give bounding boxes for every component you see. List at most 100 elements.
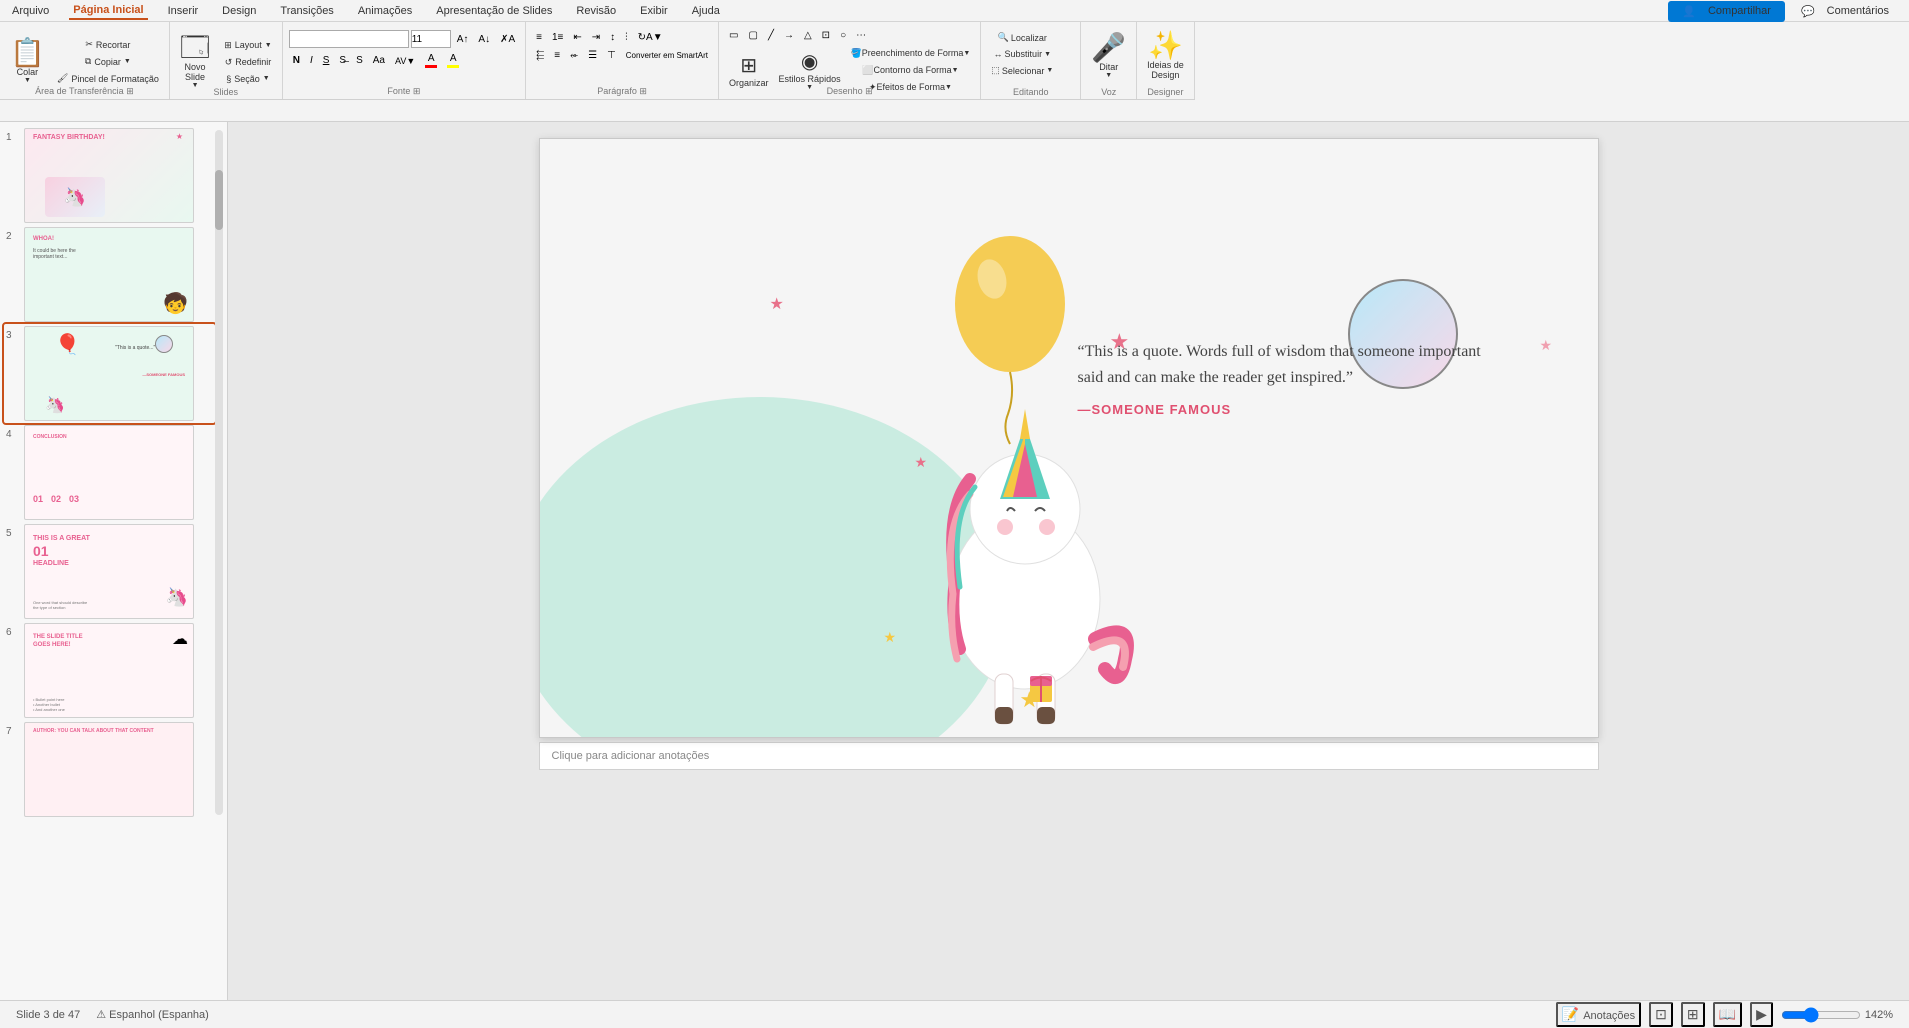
menu-arquivo[interactable]: Arquivo <box>8 3 53 19</box>
reading-view-button[interactable]: 📖 <box>1713 1002 1742 1027</box>
arrow-button[interactable]: → <box>780 28 798 43</box>
menu-animacoes[interactable]: Animações <box>354 3 416 19</box>
cylinder-button[interactable]: ⊡ <box>818 28 834 43</box>
share-button[interactable]: 👤 Compartilhar <box>1668 1 1785 22</box>
numbering-button[interactable]: 1≡ <box>548 30 567 45</box>
slide-scrollbar-thumb[interactable] <box>215 170 223 230</box>
fill-button[interactable]: 🪣 Preenchimento de Forma ▼ <box>847 46 975 61</box>
increase-font-button[interactable]: A↑ <box>453 32 473 47</box>
menu-exibir[interactable]: Exibir <box>636 3 672 19</box>
design-ideas-button[interactable]: ✨ Ideias deDesign <box>1143 26 1188 86</box>
paintbrush-icon: 🖌 <box>57 73 68 84</box>
clipboard-expand[interactable]: ⊞ <box>126 86 134 96</box>
smartart-button[interactable]: Converter em SmartArt <box>622 49 712 62</box>
italic-button[interactable]: I <box>306 53 317 68</box>
design-icon: ✨ <box>1148 32 1183 60</box>
comments-button[interactable]: 💬 Comentários <box>1789 1 1901 22</box>
dictate-button[interactable]: 🎤 Ditar ▼ <box>1087 26 1130 86</box>
replace-button[interactable]: ↔ Substituir ▼ <box>987 47 1057 61</box>
align-center-button[interactable]: ≡ <box>550 48 564 63</box>
format-painter-button[interactable]: 🖌 Pincel de Formatação <box>53 71 163 86</box>
font-size-input[interactable] <box>411 30 451 48</box>
text-direction-button[interactable]: ↻A▼ <box>634 30 667 45</box>
comments-icon: 💬 <box>1797 3 1819 20</box>
paste-button[interactable]: 📋 Colar ▼ <box>6 32 49 92</box>
line-button[interactable]: ╱ <box>764 28 778 43</box>
cut-button[interactable]: ✂ Recortar <box>53 37 163 52</box>
align-text-button[interactable]: ⊤ <box>603 48 620 63</box>
slide-thumb-5[interactable]: 5 THIS IS A GREAT 01 HEADLINE 🦄 One word… <box>4 522 215 621</box>
align-right-button[interactable]: ⬰ <box>566 48 582 63</box>
oval-button[interactable]: ○ <box>836 28 850 43</box>
menu-inserir[interactable]: Inserir <box>164 3 203 19</box>
font-name-input[interactable] <box>289 30 409 48</box>
menu-ajuda[interactable]: Ajuda <box>688 3 724 19</box>
notes-button[interactable]: 📝 Anotações <box>1556 1002 1641 1027</box>
ribbon-group-drawing: ▭ ▢ ╱ → △ ⊡ ○ ⋯ ⊞ Organizar <box>719 22 981 99</box>
slideshow-icon: ▶ <box>1756 1006 1767 1022</box>
strikethrough-button[interactable]: S̶ <box>335 53 350 68</box>
smallcaps-button[interactable]: Aa <box>369 53 389 68</box>
decrease-indent-button[interactable]: ⇤ <box>569 30 585 45</box>
section-button[interactable]: § Seção ▼ <box>220 72 276 86</box>
decrease-font-button[interactable]: A↓ <box>474 32 494 47</box>
highlight-button[interactable]: A <box>443 51 463 70</box>
shadow-button[interactable]: S <box>352 53 367 68</box>
underline-button[interactable]: S <box>319 53 334 68</box>
slide-preview-7: AUTHOR: YOU CAN TALK ABOUT THAT CONTENT <box>24 722 194 817</box>
organize-icon: ⊞ <box>740 53 757 78</box>
zoom-slider[interactable] <box>1781 1007 1861 1023</box>
line-spacing-button[interactable]: ↕ <box>606 30 619 45</box>
char-spacing-button[interactable]: AV▼ <box>391 54 419 68</box>
notes-area[interactable]: Clique para adicionar anotações <box>539 742 1599 770</box>
slide-thumb-3[interactable]: 3 🎈 🦄 "This is a quote..." —SOMEONE FAMO… <box>4 324 215 423</box>
more-shapes-button[interactable]: ⋯ <box>852 28 870 43</box>
align-left-button[interactable]: ⬱ <box>532 48 548 63</box>
slide-thumb-1[interactable]: 1 FANTASY BIRTHDAY! 🦄 ★ <box>4 126 215 225</box>
normal-view-button[interactable]: ⊡ <box>1649 1002 1673 1027</box>
paragraph-expand[interactable]: ⊞ <box>639 86 647 96</box>
font-color-button[interactable]: A <box>421 51 441 70</box>
rect-button[interactable]: ▭ <box>725 28 742 43</box>
find-button[interactable]: 🔍 Localizar <box>987 30 1057 45</box>
menu-pagina-inicial[interactable]: Página Inicial <box>69 2 147 20</box>
drawing-label: Desenho ⊞ <box>719 86 980 97</box>
slide-thumb-7[interactable]: 7 AUTHOR: YOU CAN TALK ABOUT THAT CONTEN… <box>4 720 215 819</box>
increase-indent-button[interactable]: ⇥ <box>588 30 604 45</box>
clear-format-button[interactable]: ✗A <box>496 32 519 47</box>
menu-transicoes[interactable]: Transições <box>276 3 337 19</box>
highlight-icon: A <box>447 53 459 68</box>
menu-revisao[interactable]: Revisão <box>572 3 620 19</box>
share-icon: 👤 <box>1678 3 1700 20</box>
copy-button[interactable]: ⧉ Copiar ▼ <box>53 54 163 69</box>
outline-button[interactable]: ⬜ Contorno da Forma ▼ <box>847 63 975 78</box>
bullets-button[interactable]: ≡ <box>532 30 546 45</box>
slide-thumb-2[interactable]: 2 WHOA! 🧒 It could be here theimportant … <box>4 225 215 324</box>
thumb2-title: WHOA! <box>33 236 54 242</box>
new-slide-button[interactable]: 🗔 NovoSlide ▼ <box>176 32 214 92</box>
menu-apresentacao[interactable]: Apresentação de Slides <box>432 3 556 19</box>
select-button[interactable]: ⬚ Selecionar ▼ <box>987 63 1057 78</box>
font-expand[interactable]: ⊞ <box>413 86 421 96</box>
slideshow-button[interactable]: ▶ <box>1750 1002 1773 1027</box>
slide-thumb-4[interactable]: 4 01 02 03 CONCLUSION <box>4 423 215 522</box>
outline-icon: ⬜ <box>862 65 873 76</box>
main-slide[interactable]: ★ ★ ★ ★ ★ ★ ★ ★ ★ ★ ★ ★ <box>539 138 1599 738</box>
warning-icon: ⚠ <box>96 1009 106 1021</box>
slide-counter: Slide 3 de 47 <box>16 1009 80 1021</box>
drawing-expand[interactable]: ⊞ <box>865 86 873 96</box>
triangle-button[interactable]: △ <box>800 28 816 43</box>
unicorn-svg <box>895 379 1155 738</box>
slide-thumb-6[interactable]: 6 THE SLIDE TITLE GOES HERE! ☁ • Bullet … <box>4 621 215 720</box>
menu-design[interactable]: Design <box>218 3 260 19</box>
slide-sorter-button[interactable]: ⊞ <box>1681 1002 1705 1027</box>
justify-button[interactable]: ☰ <box>584 48 601 63</box>
bold-button[interactable]: N <box>289 53 304 68</box>
zoom-control: 142% <box>1781 1007 1893 1023</box>
rounded-rect-button[interactable]: ▢ <box>744 28 761 43</box>
columns-button[interactable]: ⫶ <box>621 30 632 45</box>
font-color-icon: A <box>425 53 437 68</box>
layout-button[interactable]: ⊞ Layout ▼ <box>220 38 276 53</box>
slide-scrollbar-track[interactable] <box>215 130 223 815</box>
reset-button[interactable]: ↺ Redefinir <box>220 55 276 70</box>
